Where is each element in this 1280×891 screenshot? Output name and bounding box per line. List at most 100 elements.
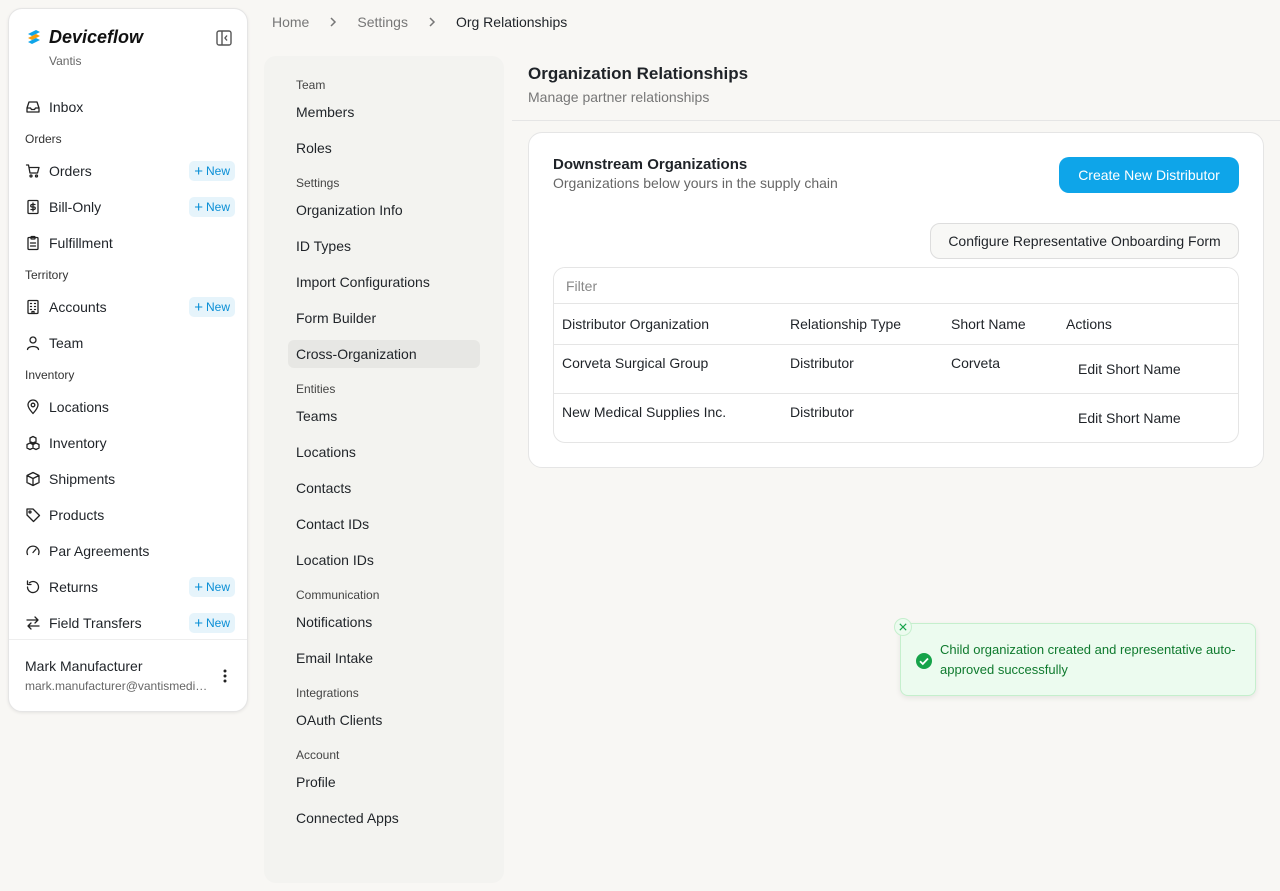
sidebar-item-label: Accounts [49, 299, 107, 315]
column-header-relationship-type[interactable]: Relationship Type [790, 316, 901, 332]
inbox-icon [25, 99, 41, 115]
settings-section-label: Integrations [296, 686, 359, 700]
cell-organization: Corveta Surgical Group [562, 355, 709, 371]
sidebar-item-label: Products [49, 507, 105, 523]
sidebar-item-label: Par Agreements [49, 543, 150, 559]
more-vertical-icon[interactable] [217, 668, 233, 684]
sidebar-item-products[interactable]: Products [9, 497, 247, 533]
sidebar-item-field-transfers[interactable]: Field Transfers + New [9, 605, 247, 641]
user-name: Mark Manufacturer [25, 658, 143, 674]
cell-short-name: Corveta [951, 355, 1001, 371]
settings-nav-locations[interactable]: Locations [288, 438, 480, 466]
downstream-organizations-card: Downstream Organizations Organizations b… [528, 132, 1264, 468]
map-pin-icon [25, 399, 41, 415]
card-subtitle: Organizations below yours in the supply … [553, 175, 838, 191]
create-distributor-button[interactable]: Create New Distributor [1059, 157, 1239, 193]
new-label: New [205, 164, 230, 178]
table-row: New Medical Supplies Inc. Distributor Ed… [554, 394, 1238, 442]
settings-nav-profile[interactable]: Profile [288, 768, 480, 796]
sidebar: Deviceflow Vantis Inbox Orders Orders + New B… [8, 8, 248, 712]
rotate-icon [25, 579, 41, 595]
settings-nav-notifications[interactable]: Notifications [288, 608, 480, 636]
gauge-icon [25, 543, 41, 559]
sidebar-item-label: Fulfillment [49, 235, 113, 251]
sidebar-collapse-icon[interactable] [215, 29, 233, 47]
settings-nav-id-types[interactable]: ID Types [288, 232, 480, 260]
arrows-swap-icon [25, 615, 41, 631]
new-button[interactable]: + New [189, 197, 235, 217]
plus-icon: + [194, 614, 203, 632]
user-email: mark.manufacturer@vantismedical.com [25, 679, 209, 693]
breadcrumb-current: Org Relationships [455, 14, 568, 30]
chevron-right-icon [424, 14, 440, 30]
plus-icon: + [194, 198, 203, 216]
settings-nav-location-ids[interactable]: Location IDs [288, 546, 480, 574]
column-header-actions: Actions [1066, 316, 1112, 332]
settings-section-label: Communication [296, 588, 380, 602]
sidebar-item-label: Returns [49, 579, 99, 595]
new-label: New [205, 300, 230, 314]
settings-nav-form-builder[interactable]: Form Builder [288, 304, 480, 332]
breadcrumb: Home Settings Org Relationships [272, 14, 567, 30]
sidebar-item-shipments[interactable]: Shipments [9, 461, 247, 497]
sidebar-item-label: Team [49, 335, 84, 351]
sidebar-item-label: Locations [49, 399, 109, 415]
brand[interactable]: Deviceflow [25, 27, 143, 48]
sidebar-item-returns[interactable]: Returns + New [9, 569, 247, 605]
new-button[interactable]: + New [189, 577, 235, 597]
edit-short-name-button[interactable]: Edit Short Name [1066, 406, 1193, 430]
header-divider [512, 120, 1280, 121]
chevron-right-icon [325, 14, 341, 30]
settings-nav-roles[interactable]: Roles [288, 134, 480, 162]
sidebar-section-label: Orders [25, 132, 62, 146]
sidebar-item-label: Orders [49, 163, 92, 179]
organizations-table: Distributor Organization Relationship Ty… [553, 267, 1239, 443]
sidebar-item-bill-only[interactable]: Bill-Only + New [9, 189, 247, 225]
settings-nav-teams[interactable]: Teams [288, 402, 480, 430]
success-toast: Child organization created and represent… [894, 618, 1256, 696]
toast-message: Child organization created and represent… [940, 642, 1236, 677]
edit-short-name-button[interactable]: Edit Short Name [1066, 357, 1193, 381]
sidebar-item-fulfillment[interactable]: Fulfillment [9, 225, 247, 261]
building-icon [25, 299, 41, 315]
settings-nav-members[interactable]: Members [288, 98, 480, 126]
settings-nav-oauth-clients[interactable]: OAuth Clients [288, 706, 480, 734]
sidebar-section-label: Territory [25, 268, 69, 282]
plus-icon: + [194, 298, 203, 316]
settings-nav-contacts[interactable]: Contacts [288, 474, 480, 502]
org-name: Vantis [49, 54, 82, 68]
settings-nav: Team Members Roles Settings Organization Inf… [264, 56, 504, 883]
close-icon[interactable] [894, 618, 912, 636]
sidebar-item-label: Inbox [49, 99, 84, 115]
filter-input[interactable] [554, 268, 1238, 304]
settings-nav-email-intake[interactable]: Email Intake [288, 644, 480, 672]
sidebar-item-team[interactable]: Team [9, 325, 247, 361]
sidebar-item-inbox[interactable]: Inbox [9, 89, 247, 125]
breadcrumb-settings[interactable]: Settings [357, 14, 408, 30]
settings-nav-cross-organization[interactable]: Cross-Organization [288, 340, 480, 368]
settings-nav-connected-apps[interactable]: Connected Apps [288, 804, 480, 832]
settings-section-label: Account [296, 748, 340, 762]
new-button[interactable]: + New [189, 613, 235, 633]
sidebar-item-accounts[interactable]: Accounts + New [9, 289, 247, 325]
sidebar-item-inventory[interactable]: Inventory [9, 425, 247, 461]
settings-nav-organization-info[interactable]: Organization Info [288, 196, 480, 224]
settings-nav-contact-ids[interactable]: Contact IDs [288, 510, 480, 538]
settings-nav-import-configurations[interactable]: Import Configurations [288, 268, 480, 296]
new-button[interactable]: + New [189, 161, 235, 181]
check-circle-icon [916, 653, 932, 669]
new-label: New [205, 580, 230, 594]
page-title: Organization Relationships [528, 64, 749, 83]
settings-section-label: Entities [296, 382, 336, 396]
breadcrumb-home[interactable]: Home [272, 14, 309, 30]
sidebar-item-locations[interactable]: Locations [9, 389, 247, 425]
user-profile[interactable]: Mark Manufacturer mark.manufacturer@vant… [9, 639, 247, 711]
user-icon [25, 335, 41, 351]
column-header-organization[interactable]: Distributor Organization [562, 316, 709, 332]
new-button[interactable]: + New [189, 297, 235, 317]
sidebar-item-par-agreements[interactable]: Par Agreements [9, 533, 247, 569]
page-subtitle: Manage partner relationships [528, 89, 710, 105]
sidebar-item-orders[interactable]: Orders + New [9, 153, 247, 189]
column-header-short-name[interactable]: Short Name [951, 316, 1026, 332]
configure-onboarding-form-button[interactable]: Configure Representative Onboarding Form [930, 223, 1239, 259]
